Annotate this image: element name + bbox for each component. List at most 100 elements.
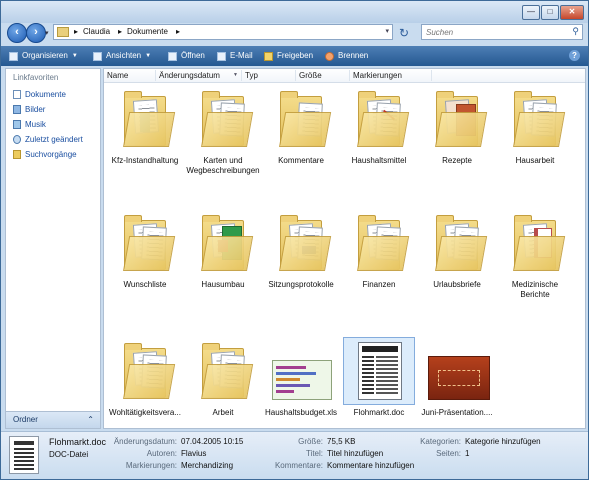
column-type[interactable]: Typ: [242, 70, 296, 81]
details-key: Seiten:: [436, 449, 461, 458]
forward-button[interactable]: ›: [26, 23, 46, 43]
folder-item[interactable]: Karten und Wegbeschreibungen: [186, 85, 260, 176]
address-bar[interactable]: ▸ Claudia ▸ Dokumente ▸ ▾: [53, 24, 393, 40]
item-label: Sitzungsprotokolle: [268, 280, 334, 289]
folder-item[interactable]: Urlaubsbriefe: [420, 209, 494, 290]
presentation-thumbnail: [421, 337, 493, 405]
item-label: Haushaltsbudget.xls: [264, 408, 338, 417]
share-button[interactable]: Freigeben: [264, 46, 313, 66]
folder-icon: [109, 85, 181, 153]
details-filetype: DOC-Datei: [49, 450, 89, 459]
folder-item[interactable]: Wohltätigkeitsvera...: [108, 337, 182, 418]
back-button[interactable]: ‹: [7, 23, 27, 43]
close-button[interactable]: ✕: [560, 5, 584, 20]
column-size[interactable]: Größe: [296, 70, 350, 81]
open-icon: [168, 51, 177, 61]
column-label: Änderungsdatum: [159, 71, 220, 80]
breadcrumb-dokumente[interactable]: Dokumente: [127, 27, 168, 36]
spreadsheet-item[interactable]: Haushaltsbudget.xls: [264, 337, 338, 418]
address-row: ‹ › ▾ ▸ Claudia ▸ Dokumente ▸ ▾ ↻ ⚲: [1, 21, 588, 45]
folder-icon: [421, 209, 493, 277]
folder-item[interactable]: Arbeit: [186, 337, 260, 418]
search-folder-icon: [13, 149, 21, 159]
sidebar-item-recent[interactable]: Zuletzt geändert: [13, 132, 83, 146]
sidebar-item-searches[interactable]: Suchvorgänge: [13, 147, 77, 161]
sidebar-item-music[interactable]: Musik: [13, 117, 46, 131]
details-filename: Flohmarkt.doc: [49, 437, 107, 447]
pictures-icon: [13, 104, 21, 114]
item-label: Medizinische Berichte: [511, 280, 559, 299]
help-icon[interactable]: ?: [569, 50, 580, 61]
folder-item[interactable]: Haushaltsmittel: [342, 85, 416, 166]
column-tags[interactable]: Markierungen: [350, 70, 432, 81]
minimize-button[interactable]: —: [522, 5, 540, 20]
email-button[interactable]: E-Mail: [217, 46, 253, 66]
views-icon: [93, 51, 102, 61]
search-box[interactable]: ⚲: [421, 24, 583, 40]
details-value[interactable]: Flavius: [181, 449, 206, 458]
details-key: Kategorien:: [420, 437, 461, 446]
window-controls: — □ ✕: [521, 5, 584, 20]
refresh-icon[interactable]: ↻: [399, 26, 409, 40]
burn-icon: [325, 51, 334, 61]
item-label: Kfz-Instandhaltung: [111, 156, 179, 165]
sidebar-item-label: Dokumente: [25, 89, 66, 99]
folder-item[interactable]: Sitzungsprotokolle: [264, 209, 338, 290]
column-date[interactable]: Änderungsdatum ▼: [156, 70, 242, 81]
maximize-button[interactable]: □: [541, 5, 559, 20]
breadcrumb-claudia[interactable]: Claudia: [83, 27, 110, 36]
item-label: Wohltätigkeitsvera...: [109, 408, 181, 417]
folder-item[interactable]: Finanzen: [342, 209, 416, 290]
history-dropdown-icon[interactable]: ▾: [45, 29, 49, 37]
folder-icon: [109, 209, 181, 277]
open-button[interactable]: Öffnen: [168, 46, 205, 66]
command-bar: Organisieren ▼ Ansichten ▼ Öffnen E-Mail…: [1, 46, 588, 66]
folder-icon: [343, 85, 415, 153]
breadcrumb-separator[interactable]: ▸: [74, 27, 78, 36]
sidebar-item-documents[interactable]: Dokumente: [13, 87, 66, 101]
details-value[interactable]: Kommentare hinzufügen: [327, 461, 414, 470]
chevron-down-icon: ▼: [233, 72, 238, 78]
item-label: Karten und Wegbeschreibungen: [186, 156, 260, 175]
organize-button[interactable]: Organisieren ▼: [9, 46, 78, 66]
folders-label: Ordner: [13, 415, 38, 424]
search-icon[interactable]: ⚲: [572, 26, 579, 37]
folders-toggle[interactable]: Ordner ⌃: [6, 411, 100, 428]
chevron-down-icon: ▼: [71, 53, 78, 59]
column-label: Größe: [299, 71, 322, 80]
folder-item[interactable]: Medizinische Berichte: [498, 209, 572, 300]
chevron-up-icon: ⌃: [87, 415, 94, 424]
item-label: Flohmarkt.doc: [353, 408, 405, 417]
views-button[interactable]: Ansichten ▼: [93, 46, 151, 66]
organize-label: Organisieren: [22, 51, 68, 60]
document-item-selected[interactable]: Flohmarkt.doc: [342, 337, 416, 418]
chevron-down-icon[interactable]: ▾: [385, 27, 389, 35]
document-thumbnail: [343, 337, 415, 405]
folder-item[interactable]: Hausarbeit: [498, 85, 572, 166]
sidebar-item-label: Musik: [25, 119, 46, 129]
details-value[interactable]: Kategorie hinzufügen: [465, 437, 541, 446]
folder-item[interactable]: Kommentare: [264, 85, 338, 166]
folder-icon: [187, 209, 259, 277]
spreadsheet-thumbnail: [265, 337, 337, 405]
burn-label: Brennen: [338, 51, 369, 60]
folder-item[interactable]: Wunschliste: [108, 209, 182, 290]
item-label: Haushaltsmittel: [351, 156, 407, 165]
column-name[interactable]: Name: [104, 70, 156, 81]
folder-item[interactable]: Kfz-Instandhaltung: [108, 85, 182, 166]
burn-button[interactable]: Brennen: [325, 46, 368, 66]
folder-item[interactable]: Hausumbau: [186, 209, 260, 290]
folder-item[interactable]: Rezepte: [420, 85, 494, 166]
presentation-item[interactable]: Juni-Präsentation....: [420, 337, 494, 418]
breadcrumb-separator[interactable]: ▸: [118, 27, 122, 36]
folder-icon: [265, 209, 337, 277]
details-value[interactable]: Titel hinzufügen: [327, 449, 383, 458]
email-icon: [217, 51, 226, 61]
document-preview-icon: [9, 436, 39, 474]
column-headers: Name Änderungsdatum ▼ Typ Größe Markierun…: [104, 69, 585, 83]
search-input[interactable]: [422, 25, 566, 39]
item-label: Finanzen: [362, 280, 396, 289]
sidebar-item-pictures[interactable]: Bilder: [13, 102, 45, 116]
details-value[interactable]: Merchandizing: [181, 461, 233, 470]
breadcrumb-separator[interactable]: ▸: [176, 27, 180, 36]
